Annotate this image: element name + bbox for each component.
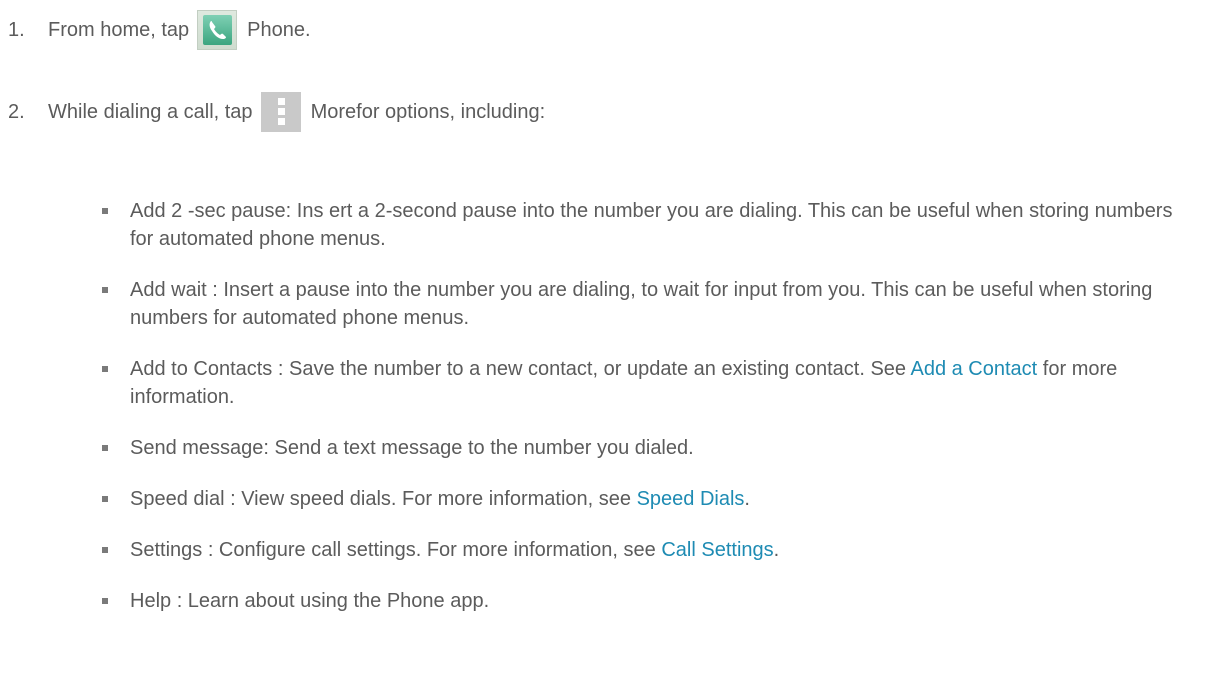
step-text: From home, tap <box>48 18 190 41</box>
phone-label: Phone <box>247 18 306 41</box>
option-help: Help : Learn about using the Phone app. <box>102 587 1197 615</box>
options-list: Add 2 -sec pause: Ins ert a 2-second pau… <box>102 197 1197 638</box>
option-text: Send message: Send a text message to the… <box>130 437 694 459</box>
step-end: for options, including: <box>356 100 546 123</box>
option-send-message: Send message: Send a text message to the… <box>102 434 1197 462</box>
phone-app-icon <box>197 10 238 50</box>
step-number: 2. <box>8 100 25 123</box>
option-speed-dial: Speed dial : View speed dials. For more … <box>102 485 1197 513</box>
option-add-pause: Add 2 -sec pause: Ins ert a 2-second pau… <box>102 197 1197 253</box>
speed-dials-link[interactable]: Speed Dials <box>637 488 745 510</box>
step-2: 2. While dialing a call, tap More for op… <box>8 92 545 132</box>
option-text: Add 2 -sec pause: Ins ert a 2-second pau… <box>130 200 1173 250</box>
step-text: While dialing a call, tap <box>48 100 253 123</box>
option-text: Speed dial : View speed dials. For more … <box>130 488 637 510</box>
step-1: 1. From home, tap Phone . <box>8 10 311 50</box>
step-number: 1. <box>8 18 25 41</box>
option-text: Settings : Configure call settings. For … <box>130 539 662 561</box>
more-label: More <box>310 100 357 123</box>
option-add-wait: Add wait : Insert a pause into the numbe… <box>102 276 1197 332</box>
option-text-suffix: . <box>773 539 780 561</box>
more-options-icon <box>260 92 301 132</box>
option-text: Help : Learn about using the Phone app. <box>130 590 490 612</box>
option-add-to-contacts: Add to Contacts : Save the number to a n… <box>102 355 1197 411</box>
option-text: Add to Contacts : Save the number to a n… <box>130 358 911 380</box>
option-text-suffix: . <box>744 488 750 510</box>
option-text: Add wait : Insert a pause into the numbe… <box>130 279 1153 329</box>
add-a-contact-link[interactable]: Add a Contact <box>910 358 1037 380</box>
option-settings: Settings : Configure call settings. For … <box>102 536 1197 564</box>
step-end: . <box>305 18 311 41</box>
call-settings-link[interactable]: Call Settings <box>661 539 773 561</box>
